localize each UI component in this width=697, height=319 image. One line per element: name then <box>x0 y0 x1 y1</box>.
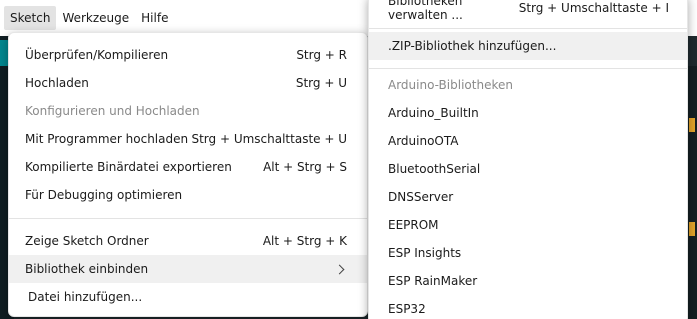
menu-item-add-zip-library[interactable]: .ZIP-Bibliothek hinzufügen... <box>369 32 687 60</box>
menu-item-optimize-debugging[interactable]: Für Debugging optimieren <box>9 181 367 209</box>
menu-item-label: .ZIP-Bibliothek hinzufügen... <box>388 39 557 53</box>
library-item[interactable]: ESP RainMaker <box>369 267 687 295</box>
menu-separator <box>369 28 687 29</box>
library-item[interactable]: BluetoothSerial <box>369 155 687 183</box>
menu-item-export-binary[interactable]: Kompilierte Binärdatei exportieren Alt +… <box>9 153 367 181</box>
menu-sketch[interactable]: Sketch <box>4 6 57 30</box>
menu-item-label: Zeige Sketch Ordner <box>25 234 149 248</box>
menu-item-label: Kompilierte Binärdatei exportieren <box>25 160 232 174</box>
shortcut-label: Strg + U <box>295 76 347 90</box>
screen: Sketch Werkzeuge Hilfe Überprüfen/Kompil… <box>0 0 697 319</box>
menu-separator <box>369 68 687 69</box>
shortcut-label: Strg + Umschalttaste + I <box>518 1 669 15</box>
library-item-label: DNSServer <box>388 190 454 204</box>
shortcut-label: Strg + R <box>296 48 347 62</box>
menu-item-label: Überprüfen/Kompilieren <box>25 48 169 62</box>
library-item[interactable]: ArduinoOTA <box>369 127 687 155</box>
library-item-label: ESP RainMaker <box>388 274 478 288</box>
menu-item-verify[interactable]: Überprüfen/Kompilieren Strg + R <box>9 41 367 69</box>
library-item[interactable]: Arduino_BuiltIn <box>369 99 687 127</box>
menu-item-upload-programmer[interactable]: Mit Programmer hochladen Strg + Umschalt… <box>9 125 367 153</box>
menu-item-configure-upload: Konfigurieren und Hochladen <box>9 97 367 125</box>
menu-item-include-library[interactable]: Bibliothek einbinden <box>9 255 367 283</box>
chevron-right-icon <box>334 264 345 274</box>
shortcut-label: Alt + Strg + S <box>263 160 347 174</box>
library-item-label: Arduino_BuiltIn <box>388 106 479 120</box>
menu-item-label: Hochladen <box>25 76 89 90</box>
editor-background-right <box>687 66 697 319</box>
library-item[interactable]: EEPROM <box>369 211 687 239</box>
menu-item-label: Datei hinzufügen... <box>28 290 143 304</box>
section-header-label: Arduino-Bibliotheken <box>388 78 513 92</box>
library-item-label: ArduinoOTA <box>388 134 459 148</box>
menu-item-label: Bibliothek einbinden <box>25 262 149 276</box>
menu-item-manage-libraries[interactable]: Bibliotheken verwalten ... Strg + Umscha… <box>369 0 687 22</box>
library-item[interactable]: ESP32 <box>369 295 687 319</box>
library-item[interactable]: ESP Insights <box>369 239 687 267</box>
menu-item-label: Für Debugging optimieren <box>25 188 183 202</box>
menu-item-label: Bibliotheken verwalten ... <box>388 0 463 22</box>
menu-item-label: Mit Programmer hochladen <box>25 132 189 146</box>
library-item-label: BluetoothSerial <box>388 162 481 176</box>
menu-item-add-file[interactable]: Datei hinzufügen... <box>9 283 367 311</box>
library-item-label: ESP Insights <box>388 246 462 260</box>
code-highlight <box>689 118 695 132</box>
menu-item-label: Konfigurieren und Hochladen <box>25 104 200 118</box>
sketch-dropdown: Überprüfen/Kompilieren Strg + R Hochlade… <box>8 32 368 317</box>
library-item[interactable]: DNSServer <box>369 183 687 211</box>
library-item-label: ESP32 <box>388 302 426 316</box>
menu-werkzeuge[interactable]: Werkzeuge <box>56 6 135 30</box>
code-highlight <box>689 222 695 236</box>
menu-hilfe[interactable]: Hilfe <box>135 6 174 30</box>
shortcut-label: Strg + Umschalttaste + U <box>191 132 347 146</box>
library-item-label: EEPROM <box>388 218 439 232</box>
menu-item-upload[interactable]: Hochladen Strg + U <box>9 69 367 97</box>
library-submenu: Bibliotheken verwalten ... Strg + Umscha… <box>368 0 688 319</box>
shortcut-label: Alt + Strg + K <box>262 234 347 248</box>
library-section-header: Arduino-Bibliotheken <box>369 71 687 99</box>
menu-separator <box>9 218 367 219</box>
menu-item-show-sketch-folder[interactable]: Zeige Sketch Ordner Alt + Strg + K <box>9 227 367 255</box>
